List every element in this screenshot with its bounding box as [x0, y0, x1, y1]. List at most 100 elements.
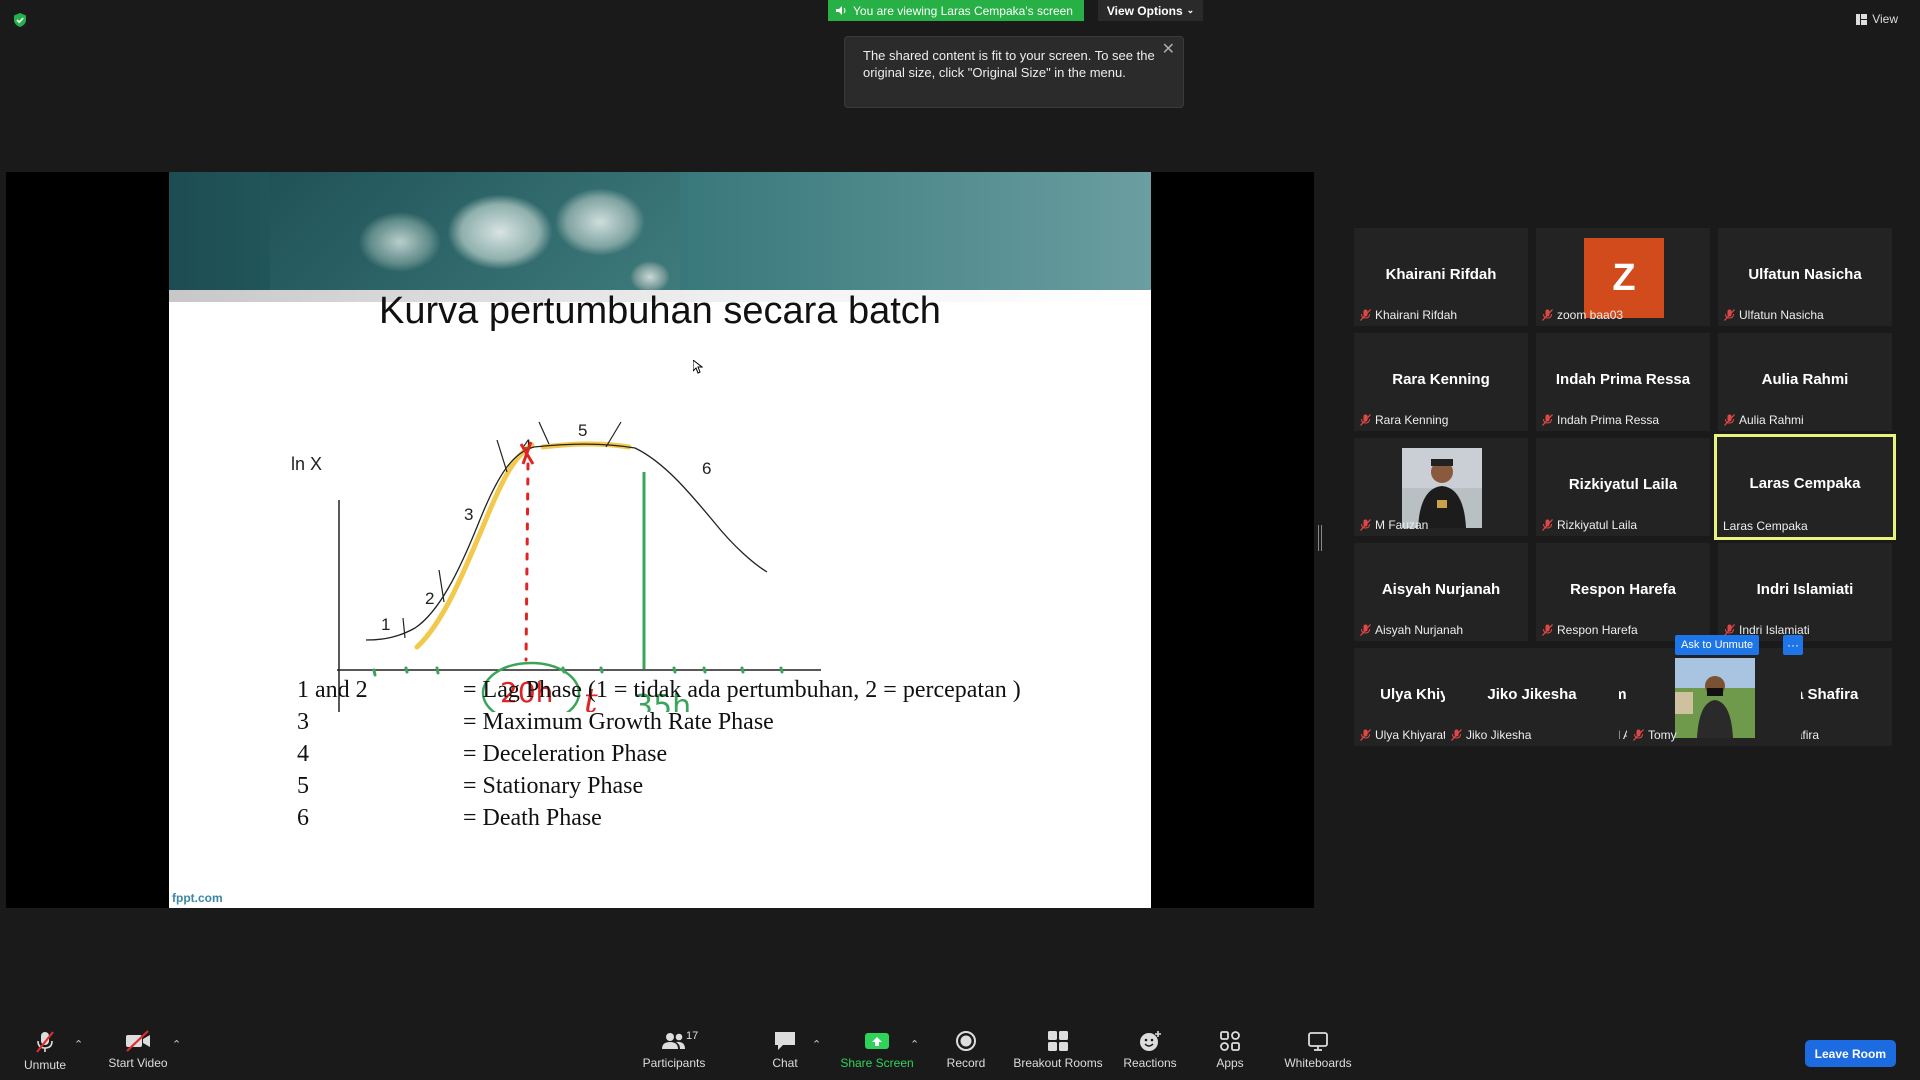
chat-button[interactable]: Chat	[765, 1020, 805, 1080]
unmute-button[interactable]: Unmute	[22, 1020, 68, 1080]
share-screen-label: Share Screen	[840, 1056, 914, 1070]
panel-resize-handle[interactable]	[1318, 525, 1322, 551]
avatar: Z	[1584, 238, 1664, 318]
participant-label-text: M Fauzan	[1375, 518, 1429, 532]
chat-bubble-icon	[775, 1032, 795, 1050]
video-options-caret-icon[interactable]: ⌃	[172, 1038, 181, 1051]
participant-tile[interactable]: Respon Harefa Respon Harefa	[1536, 543, 1710, 641]
leave-room-button[interactable]: Leave Room	[1804, 1040, 1896, 1067]
participant-label: Respon Harefa	[1542, 623, 1638, 637]
chat-label: Chat	[772, 1056, 798, 1070]
video-camera-off-icon	[126, 1030, 150, 1052]
share-screen-icon	[865, 1033, 889, 1049]
participant-label-text: Jiko Jikesha	[1466, 728, 1532, 742]
participant-tile[interactable]: Ask to Unmute ··· Tomy	[1627, 635, 1803, 746]
participant-tile[interactable]: Aisyah Nurjanah Aisyah Nurjanah	[1354, 543, 1528, 641]
presentation-slide: Kurva pertumbuhan secara batch ln X 1 2 …	[169, 172, 1151, 908]
participants-button[interactable]: 17 Participants	[640, 1020, 708, 1080]
participant-tile[interactable]: Indah Prima Ressa Indah Prima Ressa	[1536, 333, 1710, 431]
start-video-button[interactable]: Start Video	[106, 1020, 170, 1080]
participant-label: Aulia Rahmi	[1724, 413, 1804, 427]
phase-tick	[438, 569, 445, 603]
microphone-muted-icon	[1724, 309, 1735, 321]
reactions-label: Reactions	[1123, 1056, 1177, 1070]
layout-grid-icon	[1856, 13, 1868, 25]
phase-tick	[496, 439, 508, 473]
phase-label: 1	[381, 615, 390, 634]
participant-tile[interactable]: Zzoom baa03	[1536, 228, 1710, 326]
participant-label-text: Laras Cempaka	[1723, 519, 1808, 533]
legend-row: 5 = Stationary Phase	[297, 773, 1077, 805]
participant-name: Indri Islamiati	[1756, 581, 1854, 598]
view-layout-button[interactable]: View	[1856, 12, 1898, 26]
share-options-caret-icon[interactable]: ⌃	[910, 1038, 919, 1051]
participant-label: Jiko Jikesha	[1451, 728, 1531, 742]
participant-name: Aulia Rahmi	[1761, 371, 1849, 388]
record-button[interactable]: Record	[946, 1020, 986, 1080]
fit-screen-tooltip: The shared content is fit to your screen…	[844, 36, 1184, 108]
participant-tile[interactable]: Rara Kenning Rara Kenning	[1354, 333, 1528, 431]
participant-name: Aisyah Nurjanah	[1381, 581, 1501, 598]
audio-options-caret-icon[interactable]: ⌃	[74, 1038, 83, 1051]
view-options-label: View Options	[1106, 3, 1183, 18]
tooltip-text: The shared content is fit to your screen…	[863, 48, 1155, 80]
meeting-toolbar: Unmute ⌃ Start Video ⌃ 17 Participants C…	[0, 1020, 1920, 1080]
participant-video-thumbnail	[1402, 448, 1482, 528]
viewing-banner-text: You are viewing Laras Cempaka's screen	[853, 3, 1073, 18]
red-dotted-marker	[524, 462, 530, 662]
view-options-button[interactable]: View Options ⌄	[1098, 0, 1203, 21]
participant-label-text: Aisyah Nurjanah	[1375, 623, 1464, 637]
viewing-screen-banner: You are viewing Laras Cempaka's screen	[828, 0, 1084, 21]
reactions-button[interactable]: Reactions	[1123, 1020, 1177, 1080]
encryption-shield-icon[interactable]	[13, 13, 27, 27]
legend-phase-number: 4	[297, 741, 309, 767]
breakout-rooms-icon	[1048, 1031, 1068, 1051]
phase-tick	[402, 617, 406, 639]
phase-label: 5	[578, 421, 587, 440]
participant-name: Rizkiyatul Laila	[1568, 476, 1678, 493]
participant-label: Ulfatun Nasicha	[1724, 308, 1824, 322]
legend-phase-description: = Lag Phase (1 = tidak ada pertumbuhan, …	[463, 677, 1021, 703]
participant-label-text: Ulfatun Nasicha	[1739, 308, 1824, 322]
participant-tile[interactable]: Khairani Rifdah Khairani Rifdah	[1354, 228, 1528, 326]
more-options-button[interactable]: ···	[1783, 635, 1803, 655]
participant-tile[interactable]: Jiko Jikesha Jiko Jikesha	[1445, 648, 1619, 746]
phase-label: 3	[464, 505, 473, 524]
participant-tile[interactable]: Ulfatun Nasicha Ulfatun Nasicha	[1718, 228, 1892, 326]
participants-icon	[662, 1033, 685, 1049]
smiley-plus-icon	[1140, 1031, 1161, 1051]
participant-name: Indah Prima Ressa	[1555, 371, 1691, 388]
participants-label: Participants	[642, 1056, 706, 1070]
close-icon[interactable]: ✕	[1162, 41, 1175, 58]
legend-phase-description: = Deceleration Phase	[463, 741, 668, 767]
participant-tile[interactable]: M Fauzan	[1354, 438, 1528, 536]
participant-tile[interactable]: Rizkiyatul Laila Rizkiyatul Laila	[1536, 438, 1710, 536]
participant-name: Laras Cempaka	[1749, 475, 1861, 492]
legend-phase-number: 5	[297, 773, 309, 799]
breakout-rooms-button[interactable]: Breakout Rooms	[1013, 1020, 1103, 1080]
participant-tile[interactable]: Indri Islamiati Indri Islamiati	[1718, 543, 1892, 641]
participant-name: Ulfatun Nasicha	[1748, 266, 1862, 283]
microphone-muted-icon	[1633, 729, 1644, 741]
participant-label: Aisyah Nurjanah	[1360, 623, 1463, 637]
participant-label-text: Khairani Rifdah	[1375, 308, 1458, 322]
participant-name: Respon Harefa	[1570, 581, 1676, 598]
chat-options-caret-icon[interactable]: ⌃	[812, 1038, 821, 1051]
microphone-muted-icon	[1542, 414, 1553, 426]
microphone-muted-icon	[1360, 414, 1371, 426]
microphone-muted-icon	[1542, 309, 1553, 321]
ask-to-unmute-button[interactable]: Ask to Unmute	[1675, 635, 1760, 655]
participant-label: Tomy	[1633, 728, 1677, 742]
participant-tile[interactable]: Aulia Rahmi Aulia Rahmi	[1718, 333, 1892, 431]
mouse-cursor-icon	[693, 360, 703, 374]
participant-tile[interactable]: Laras Cempaka Laras Cempaka	[1714, 434, 1896, 540]
apps-button[interactable]: Apps	[1212, 1020, 1248, 1080]
microphone-muted-icon	[1542, 519, 1553, 531]
whiteboards-button[interactable]: Whiteboards	[1283, 1020, 1353, 1080]
apps-icon	[1220, 1031, 1240, 1051]
microphone-muted-icon	[1451, 729, 1462, 741]
microphone-muted-icon	[1360, 309, 1371, 321]
legend-phase-description: = Maximum Growth Rate Phase	[463, 709, 774, 735]
share-screen-button[interactable]: Share Screen	[840, 1020, 914, 1080]
participant-label: zoom baa03	[1542, 308, 1623, 322]
